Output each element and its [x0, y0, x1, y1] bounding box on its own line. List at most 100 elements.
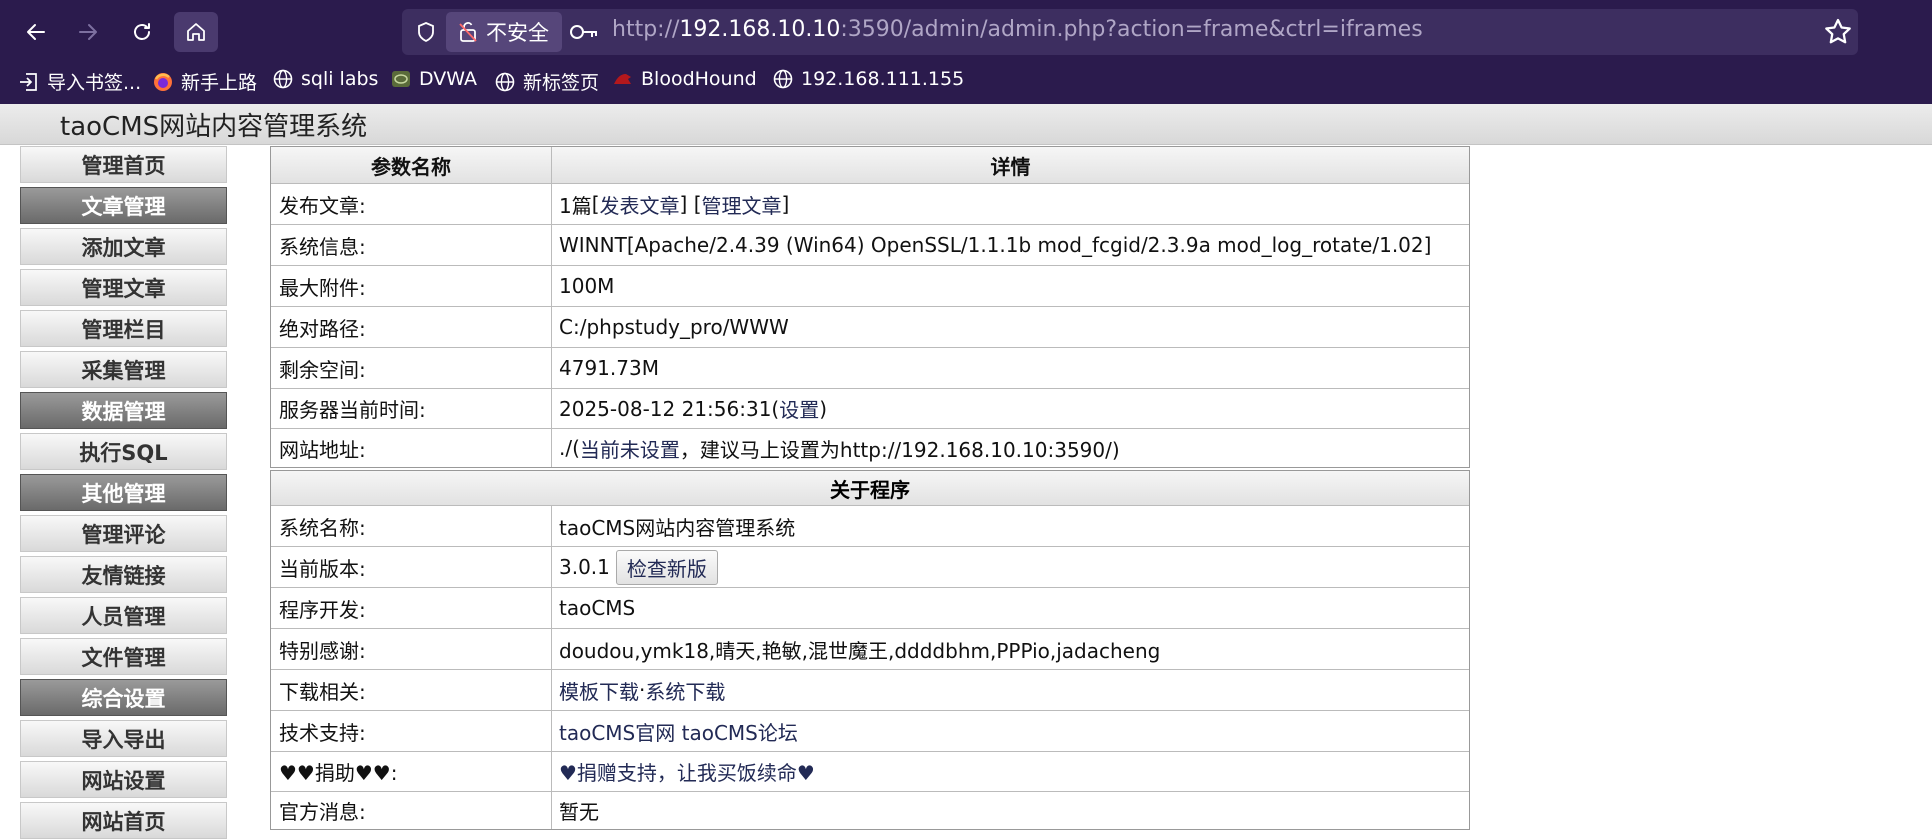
check-update-button[interactable]: 检查新版 [615, 549, 718, 585]
globe-icon [273, 69, 293, 89]
version-number: 3.0.1 [559, 555, 610, 579]
bookmark-label: DVWA [419, 68, 478, 90]
about-label: 系统名称: [271, 506, 552, 546]
sidebar-item-import-export[interactable]: 导入导出 [20, 720, 227, 757]
about-value: 模板下载 · 系统下载 [552, 670, 1469, 710]
table-row: 官方消息: 暂无 [271, 792, 1469, 829]
insecure-label: 不安全 [486, 21, 549, 45]
home-icon [187, 23, 205, 41]
globe-icon [773, 69, 793, 89]
url-prefix: http:// [612, 17, 680, 42]
reload-button[interactable] [120, 12, 164, 52]
bookmark-getting-started[interactable]: 新手上路 [152, 68, 257, 95]
reload-icon [134, 23, 150, 40]
home-button[interactable] [174, 12, 218, 52]
table-row: ♥♥捐助♥♥: ♥捐赠支持，让我买饭续命♥ [271, 752, 1469, 792]
siteurl-prefix: ./( [559, 436, 580, 460]
bookmark-import[interactable]: 导入书签... [18, 68, 141, 95]
firefox-icon [154, 72, 172, 91]
siteurl-not-set-link[interactable]: 当前未设置 [580, 434, 680, 463]
bookmark-bloodhound[interactable]: BloodHound [612, 68, 757, 90]
sidebar-item-manage-articles[interactable]: 管理文章 [20, 269, 227, 306]
sidebar-group-other[interactable]: 其他管理 [20, 474, 227, 511]
about-label: 技术支持: [271, 711, 552, 751]
header-detail: 详情 [990, 154, 1031, 179]
params-header-row: 参数名称 详情 [271, 147, 1469, 184]
globe-icon [495, 72, 515, 91]
table-row: 系统名称: taoCMS网站内容管理系统 [271, 506, 1469, 547]
bookmark-ip[interactable]: 192.168.111.155 [772, 68, 964, 90]
forward-button[interactable] [66, 12, 110, 52]
bookmark-star-icon[interactable] [1822, 16, 1854, 48]
bookmark-label: 新手上路 [181, 72, 258, 94]
sidebar-item-admin-home[interactable]: 管理首页 [20, 146, 227, 183]
broken-lock-icon [459, 22, 477, 42]
sidebar-item-manage-categories[interactable]: 管理栏目 [20, 310, 227, 347]
publish-article-link[interactable]: 发表文章 [600, 190, 680, 219]
table-row: 当前版本: 3.0.1 检查新版 [271, 547, 1469, 588]
url-path: :3590/admin/admin.php?action=frame&ctrl=… [840, 17, 1423, 42]
back-arrow-icon [27, 24, 45, 40]
sidebar-item-add-article[interactable]: 添加文章 [20, 228, 227, 265]
param-label: 服务器当前时间: [271, 389, 552, 428]
sidebar-item-site-home[interactable]: 网站首页 [20, 802, 227, 839]
url-host: 192.168.10.10 [679, 17, 841, 42]
about-label: 特别感谢: [271, 629, 552, 669]
url-text[interactable]: http://192.168.10.10:3590/admin/admin.ph… [612, 17, 1423, 42]
tracking-shield-icon[interactable] [410, 16, 442, 48]
bookmarks-bar: 导入书签... 新手上路 sqli labs DVWA 新标签页 BloodHo… [0, 62, 1932, 102]
official-site-link[interactable]: taoCMS官网 [559, 717, 675, 746]
about-label: 程序开发: [271, 588, 552, 628]
param-label: 剩余空间: [271, 348, 552, 388]
key-icon[interactable] [568, 18, 600, 46]
param-value: 100M [559, 274, 615, 298]
bookmark-sqli-labs[interactable]: sqli labs [272, 68, 378, 90]
back-button[interactable] [14, 12, 58, 52]
about-value: 3.0.1 检查新版 [552, 547, 1469, 587]
sidebar-item-links[interactable]: 友情链接 [20, 556, 227, 593]
param-value: 4791.73M [559, 356, 659, 380]
article-count: 1篇 [559, 193, 592, 218]
table-row: 程序开发: taoCMS [271, 588, 1469, 629]
table-row: 网站地址: ./(当前未设置 ，建议马上设置为http://192.168.10.… [271, 429, 1469, 467]
sidebar-item-exec-sql[interactable]: 执行SQL [20, 433, 227, 470]
sidebar-item-files[interactable]: 文件管理 [20, 638, 227, 675]
bookmark-label: 导入书签... [47, 72, 142, 94]
about-value: ♥捐赠支持，让我买饭续命♥ [552, 752, 1469, 791]
about-section-title: 关于程序 [271, 471, 1469, 506]
donate-link[interactable]: ♥捐赠支持，让我买饭续命♥ [559, 757, 815, 786]
bookmark-new-tab[interactable]: 新标签页 [494, 68, 599, 95]
sidebar-group-data[interactable]: 数据管理 [20, 392, 227, 429]
system-download-link[interactable]: 系统下载 [645, 676, 725, 705]
table-row: 最大附件: 100M [271, 266, 1469, 307]
bloodhound-icon [614, 74, 631, 84]
forward-arrow-icon [79, 24, 97, 40]
bookmark-label: BloodHound [641, 68, 757, 90]
about-label: 下载相关: [271, 670, 552, 710]
time-close: ) [819, 396, 828, 421]
bookmark-dvwa[interactable]: DVWA [390, 68, 477, 90]
param-value: 1篇[发表文章] [管理文章] [552, 184, 1469, 224]
sidebar-item-site-settings[interactable]: 网站设置 [20, 761, 227, 798]
sidebar-item-comments[interactable]: 管理评论 [20, 515, 227, 552]
insecure-indicator[interactable]: 不安全 [446, 12, 562, 52]
param-label: 网站地址: [271, 429, 552, 467]
sidebar-group-settings[interactable]: 综合设置 [20, 679, 227, 716]
manage-article-link[interactable]: 管理文章 [702, 190, 782, 219]
bookmark-label: 新标签页 [523, 72, 600, 94]
table-row: 系统信息: WINNT[Apache/2.4.39 (Win64) OpenSS… [271, 225, 1469, 266]
sidebar-group-articles[interactable]: 文章管理 [20, 187, 227, 224]
about-label: 当前版本: [271, 547, 552, 587]
dvwa-icon [392, 71, 410, 87]
sidebar-item-collect[interactable]: 采集管理 [20, 351, 227, 388]
template-download-link[interactable]: 模板下载 [559, 676, 639, 705]
forum-link[interactable]: taoCMS论坛 [682, 717, 798, 746]
param-label: 发布文章: [271, 184, 552, 224]
bookmark-label: 192.168.111.155 [801, 68, 965, 90]
sidebar-item-users[interactable]: 人员管理 [20, 597, 227, 634]
about-value: taoCMS网站内容管理系统 [559, 515, 796, 540]
param-value: C:/phpstudy_pro/WWW [559, 315, 789, 339]
time-settings-link[interactable]: 设置 [779, 394, 819, 423]
param-label: 绝对路径: [271, 307, 552, 347]
header-param-name: 参数名称 [271, 147, 552, 183]
